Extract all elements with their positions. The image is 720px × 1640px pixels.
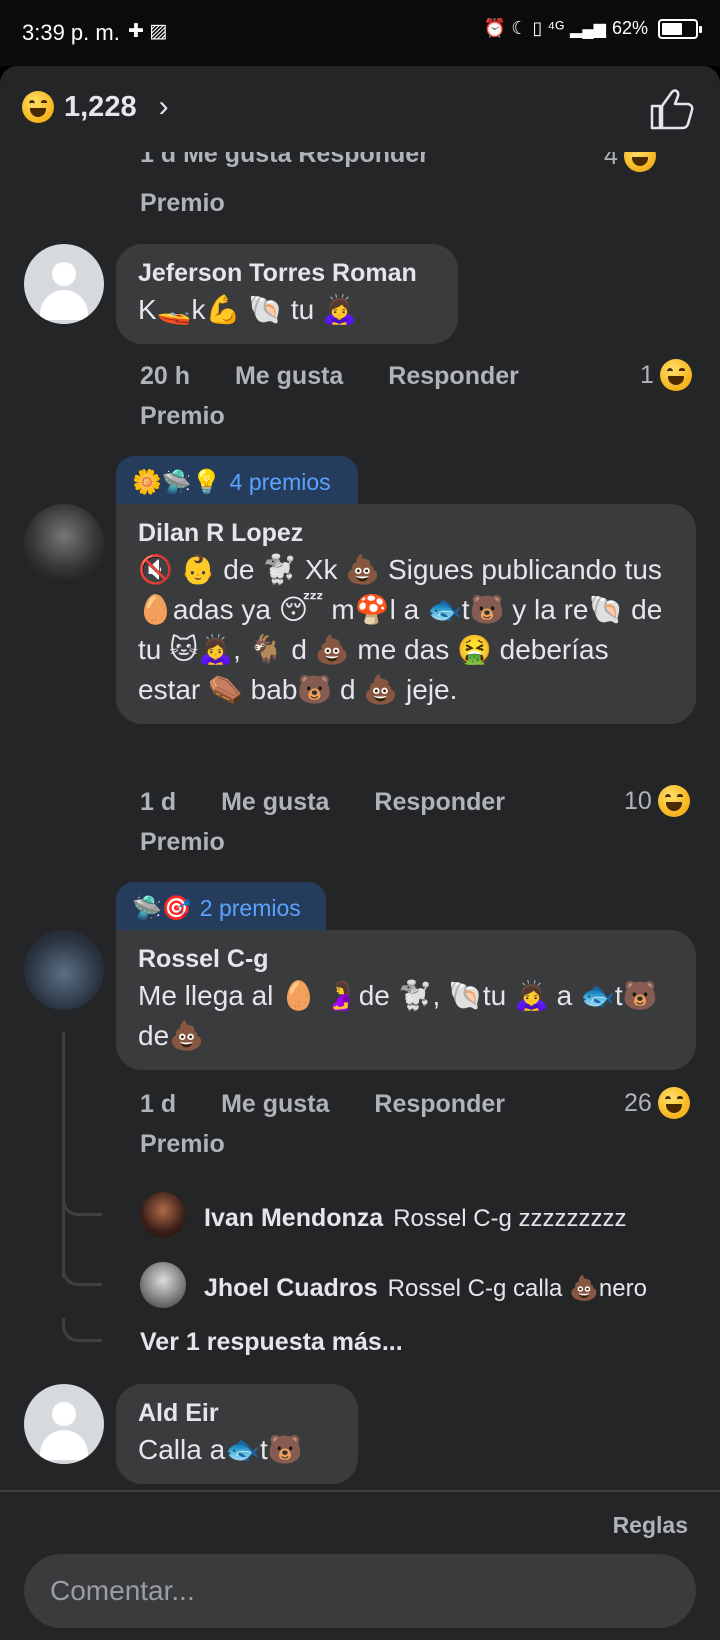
comment-footer: Reglas [0,1490,720,1640]
comment-author[interactable]: Jeferson Torres Roman [138,256,436,290]
reply-avatar[interactable] [140,1262,186,1308]
comment-actions: 20 h Me gusta Responder [140,362,557,391]
reply-avatar[interactable] [140,1192,186,1238]
status-bar: 3:39 p. m. ✚ ▨ ⏰ ☾ ▯ ⁴ᴳ ▂▄▆ 62% [0,0,720,66]
like-icon[interactable] [648,86,694,132]
comment-bubble: Rossel C-g Me llega al 🥚 🤰de 🐩, 🐚tu 🙇‍♀️… [116,930,696,1070]
reply-author[interactable]: Ivan Mendonza [204,1204,383,1233]
comment-text: Me llega al 🥚 🤰de 🐩, 🐚tu 🙇‍♀️ a 🐟t🐻 de💩 [138,980,658,1051]
comment-text: K🚤k💪 🐚 tu 🙇‍♀️ [138,294,357,325]
reply-button[interactable]: Responder [374,1090,505,1118]
comment-actions: 1 d Me gusta Responder [140,788,543,817]
awards-badge[interactable]: 🛸🎯 2 premios [116,882,326,934]
comment-bubble: Ald Eir Calla a🐟t🐻 [116,1384,358,1484]
battery-icon [658,18,702,39]
status-right: ⏰ ☾ ▯ ⁴ᴳ ▂▄▆ 62% [483,18,702,39]
sheet-header: 1,228 › [0,66,720,152]
thread-branch [62,1192,102,1216]
comment-input[interactable] [24,1554,696,1628]
comment-reactions[interactable]: 1 [640,359,692,391]
notification-icons: ✚ ▨ [128,21,168,42]
avatar[interactable] [24,244,104,324]
comment-author[interactable]: Rossel C-g [138,942,674,976]
reply-button[interactable]: Responder [388,362,519,390]
thread-branch [62,1318,102,1342]
reaction-number: 26 [624,1088,652,1117]
awards-label: 2 premios [199,894,301,921]
like-button[interactable]: Me gusta [235,362,343,390]
comment-text: 🔇 👶 de 🐩 Xk 💩 Sigues publicando tus 🥚ada… [138,554,663,705]
comment-meta: 1 d Me gusta Responder [140,152,429,168]
comment-reactions[interactable]: 26 [624,1087,690,1119]
reply-text: Rossel C-g calla 💩nero [387,1275,647,1302]
premio-link[interactable]: Premio [140,402,225,431]
avatar[interactable] [24,504,104,584]
reply-button[interactable]: Responder [374,788,505,816]
thread-branch [62,1262,102,1286]
reaction-count: 4 [604,152,656,172]
thread-line [62,1032,65,1278]
reaction-count: 1,228 [64,90,137,123]
rules-link[interactable]: Reglas [613,1512,688,1539]
comment-bubble: Dilan R Lopez 🔇 👶 de 🐩 Xk 💩 Sigues publi… [116,504,696,724]
system-icons: ⏰ ☾ ▯ ⁴ᴳ [483,18,565,38]
reply-text: Rossel C-g zzzzzzzzz [393,1204,627,1232]
award-icons: 🛸🎯 [132,894,192,922]
award-icons: 🌼🛸💡 [132,468,222,496]
reply-item[interactable]: Ivan Mendonza Rossel C-g zzzzzzzzz [204,1204,627,1233]
comment-reactions[interactable]: 10 [624,785,690,817]
comment-time: 20 h [140,362,191,390]
chevron-right-icon: › [158,90,169,123]
awards-badge[interactable]: 🌼🛸💡 4 premios [116,456,358,508]
battery-percent: 62% [611,18,648,38]
like-button[interactable]: Me gusta [221,788,329,816]
reaction-number: 1 [640,360,654,389]
comments-sheet: 1,228 › 1 d Me gusta Responder 4 Premio … [0,66,720,1640]
signal-icon: ▂▄▆ [570,20,606,38]
haha-reaction-icon [657,785,690,817]
premio-link[interactable]: Premio [140,189,225,218]
premio-link[interactable]: Premio [140,828,225,857]
comment-bubble: Jeferson Torres Roman K🚤k💪 🐚 tu 🙇‍♀️ [116,244,458,344]
comment-time: 1 d [140,1090,177,1118]
comment-author[interactable]: Dilan R Lopez [138,516,674,550]
like-button[interactable]: Me gusta [221,1090,329,1118]
comment-author[interactable]: Ald Eir [138,1396,336,1430]
avatar[interactable] [24,1384,104,1464]
comments-list: 1 d Me gusta Responder 4 Premio Jeferson… [0,152,720,1556]
reply-author[interactable]: Jhoel Cuadros [204,1274,378,1303]
comment-text: Calla a🐟t🐻 [138,1434,303,1465]
haha-reaction-icon [659,359,692,391]
premio-link[interactable]: Premio [140,1130,225,1159]
reactions-summary[interactable]: 1,228 › [22,90,169,124]
reaction-number: 10 [624,786,652,815]
awards-label: 4 premios [229,468,331,495]
view-more-replies[interactable]: Ver 1 respuesta más... [140,1328,403,1357]
haha-reaction-icon [22,91,54,123]
reply-item[interactable]: Jhoel Cuadros Rossel C-g calla 💩nero [204,1274,647,1303]
status-time: 3:39 p. m. [22,20,120,45]
haha-reaction-icon [657,1087,690,1119]
comment-actions: 1 d Me gusta Responder [140,1090,543,1119]
comment-time: 1 d [140,788,177,816]
avatar[interactable] [24,930,104,1010]
